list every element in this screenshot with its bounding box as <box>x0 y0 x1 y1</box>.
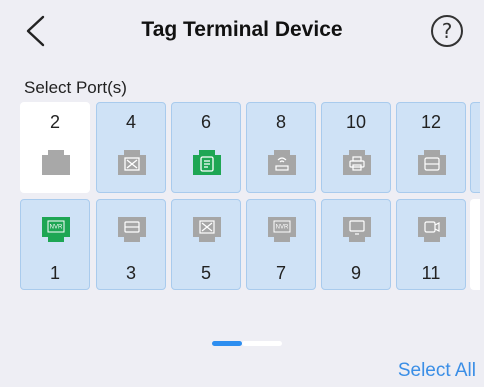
port-9[interactable]: 9 <box>321 199 391 290</box>
port-partial-next-empty[interactable] <box>470 199 480 290</box>
port-partial-next[interactable] <box>470 102 480 193</box>
nvr-icon: NVR <box>42 217 70 242</box>
page-indicator-active <box>212 341 242 346</box>
port-number: 6 <box>200 112 211 132</box>
dvr-icon <box>118 217 146 242</box>
switch-device-icon <box>193 217 221 242</box>
port-number: 7 <box>275 263 286 283</box>
select-all-button[interactable]: Select All <box>398 360 476 382</box>
camera-icon <box>418 217 446 242</box>
port-number: 2 <box>49 112 60 132</box>
nvr-icon: NVR <box>268 217 296 242</box>
page-indicator-inactive <box>242 341 282 346</box>
wireless-ap-icon <box>268 150 296 175</box>
port-12[interactable]: 12 <box>396 102 466 193</box>
nvr-badge: NVR <box>50 225 63 231</box>
port-number: 11 <box>421 263 441 283</box>
port-number: 5 <box>200 263 211 283</box>
port-3[interactable]: 3 <box>96 199 166 290</box>
port-1[interactable]: NVR 1 <box>20 199 90 290</box>
port-number: 3 <box>125 263 136 283</box>
printer-icon <box>343 150 371 175</box>
port-number: 9 <box>350 263 361 283</box>
port-number: 10 <box>345 112 367 132</box>
port-grid: 2 4 6 8 10 12 NVR 1 3 5 NVR 7 9 11 <box>0 0 484 387</box>
storage-device-icon <box>193 150 221 175</box>
empty-port-icon <box>42 150 70 175</box>
port-number: 8 <box>275 112 286 132</box>
port-6[interactable]: 6 <box>171 102 241 193</box>
port-number: 4 <box>125 112 136 132</box>
nvr-badge: NVR <box>276 225 289 231</box>
page-indicator[interactable] <box>212 341 282 346</box>
monitor-icon <box>343 217 371 242</box>
port-2[interactable]: 2 <box>20 102 90 193</box>
port-11[interactable]: 11 <box>396 199 466 290</box>
port-5[interactable]: 5 <box>171 199 241 290</box>
port-7[interactable]: NVR 7 <box>246 199 316 290</box>
server-icon <box>418 150 446 175</box>
port-10[interactable]: 10 <box>321 102 391 193</box>
port-number: 1 <box>49 263 60 283</box>
port-8[interactable]: 8 <box>246 102 316 193</box>
port-4[interactable]: 4 <box>96 102 166 193</box>
port-number: 12 <box>420 112 442 132</box>
switch-device-icon <box>118 150 146 175</box>
